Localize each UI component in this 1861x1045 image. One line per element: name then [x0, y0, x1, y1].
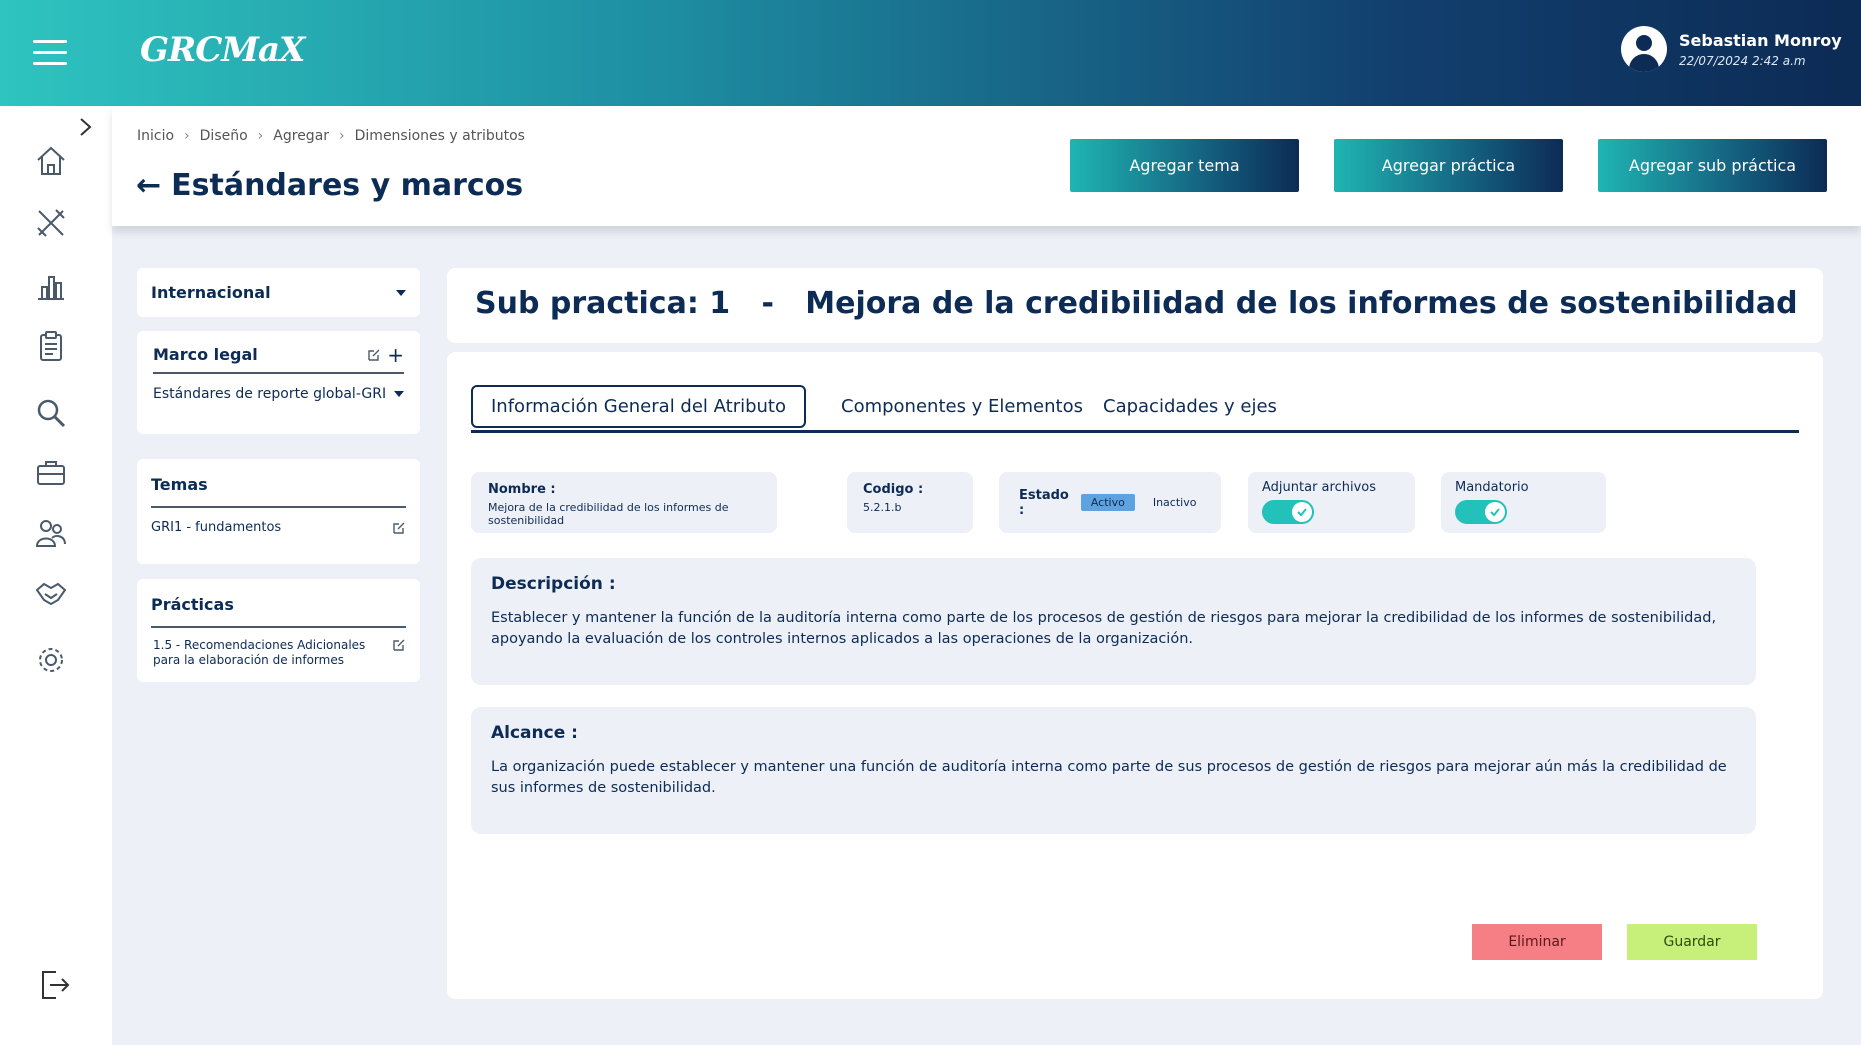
name-value: Mejora de la credibilidad de los informe…	[488, 501, 729, 527]
search-icon[interactable]	[34, 396, 68, 430]
briefcase-icon[interactable]	[34, 456, 68, 490]
tab-capabilities[interactable]: Capacidades y ejes	[1103, 385, 1277, 428]
sidebar	[0, 106, 112, 1045]
scope-title: Alcance :	[491, 723, 578, 743]
edit-icon[interactable]	[392, 638, 406, 652]
status-label: Estado :	[1019, 487, 1069, 518]
app-logo[interactable]: GRCMaX	[140, 30, 305, 70]
tab-bar: Información General del Atributo Compone…	[471, 385, 1799, 433]
gear-icon[interactable]	[34, 643, 68, 677]
tab-general-info[interactable]: Información General del Atributo	[471, 385, 806, 428]
subpractice-title: Sub practica: 1 - Mejora de la credibili…	[475, 286, 1798, 321]
menu-icon[interactable]	[33, 40, 67, 66]
mandatory-label: Mandatorio	[1455, 480, 1529, 495]
check-icon	[1297, 508, 1307, 517]
add-sub-practice-button[interactable]: Agregar sub práctica	[1598, 139, 1827, 192]
user-profile[interactable]: Sebastian Monroy 22/07/2024 2:42 a.m	[1621, 26, 1842, 72]
chevron-right-icon: ›	[257, 128, 264, 144]
breadcrumb-agregar[interactable]: Agregar	[273, 128, 329, 144]
back-arrow-icon[interactable]: ←	[136, 168, 161, 203]
caret-down-icon	[396, 289, 406, 296]
avatar-icon[interactable]	[1621, 26, 1667, 72]
clipboard-icon[interactable]	[34, 329, 68, 363]
edit-icon[interactable]	[392, 521, 406, 535]
chevron-right-icon: ›	[184, 128, 190, 144]
name-label: Nombre :	[488, 482, 556, 497]
tab-components[interactable]: Componentes y Elementos	[841, 385, 1083, 428]
practices-card: Prácticas 1.5 - Recomendaciones Adiciona…	[137, 579, 420, 682]
delete-button[interactable]: Eliminar	[1472, 924, 1602, 960]
topics-card: Temas GRI1 - fundamentos	[137, 459, 420, 564]
design-tools-icon[interactable]	[34, 206, 68, 240]
caret-down-icon	[394, 391, 404, 397]
status-active-option[interactable]: Activo	[1080, 494, 1135, 511]
subpractice-title-card: Sub practica: 1 - Mejora de la credibili…	[447, 268, 1823, 343]
scope-box: Alcance : La organización puede establec…	[471, 707, 1756, 834]
check-icon	[1490, 508, 1500, 517]
attribute-panel: Información General del Atributo Compone…	[447, 352, 1823, 999]
chevron-right-icon[interactable]	[78, 116, 100, 138]
practice-item-label: 1.5 - Recomendaciones Adicionales para l…	[153, 638, 366, 667]
top-bar: GRCMaX Sebastian Monroy 22/07/2024 2:42 …	[0, 0, 1861, 106]
add-practice-button[interactable]: Agregar práctica	[1334, 139, 1563, 192]
attach-label: Adjuntar archivos	[1262, 480, 1376, 495]
users-icon[interactable]	[34, 516, 68, 550]
user-datetime: 22/07/2024 2:42 a.m	[1679, 53, 1806, 68]
code-value: 5.2.1.b	[863, 501, 902, 514]
attach-toggle[interactable]	[1262, 500, 1314, 524]
breadcrumb-inicio[interactable]: Inicio	[137, 128, 174, 144]
page-title: ← Estándares y marcos	[136, 168, 523, 203]
scope-select[interactable]: Internacional	[137, 268, 420, 317]
breadcrumb-dimensiones[interactable]: Dimensiones y atributos	[355, 128, 525, 144]
user-name: Sebastian Monroy	[1679, 30, 1842, 50]
practice-item[interactable]: 1.5 - Recomendaciones Adicionales para l…	[151, 638, 406, 668]
description-box: Descripción : Establecer y mantener la f…	[471, 558, 1756, 685]
attach-field: Adjuntar archivos	[1248, 472, 1415, 533]
legal-framework-select[interactable]: Estándares de reporte global-GRI	[153, 386, 404, 402]
logout-icon[interactable]	[38, 968, 72, 1002]
page-header: Inicio › Diseño › Agregar › Dimensiones y a…	[112, 106, 1861, 226]
add-topic-button[interactable]: Agregar tema	[1070, 139, 1299, 192]
page-title-text: Estándares y marcos	[171, 168, 524, 203]
mandatory-field: Mandatorio	[1441, 472, 1606, 533]
status-inactive-option[interactable]: Inactivo	[1143, 494, 1207, 511]
edit-icon[interactable]	[367, 348, 381, 362]
add-icon[interactable]: +	[387, 345, 404, 365]
scope-text: La organización puede establecer y mante…	[491, 759, 1727, 796]
topics-title: Temas	[151, 475, 208, 494]
breadcrumb: Inicio › Diseño › Agregar › Dimensiones y a…	[137, 128, 525, 144]
save-button[interactable]: Guardar	[1627, 924, 1757, 960]
legal-framework-title: Marco legal	[153, 345, 258, 364]
code-label: Codigo :	[863, 482, 924, 497]
legal-framework-card: Marco legal + Estándares de reporte glob…	[137, 331, 420, 434]
practices-title: Prácticas	[151, 595, 234, 614]
scope-select-value: Internacional	[151, 283, 271, 302]
mandatory-toggle[interactable]	[1455, 500, 1507, 524]
breadcrumb-diseno[interactable]: Diseño	[200, 128, 248, 144]
topic-item[interactable]: GRI1 - fundamentos	[151, 520, 406, 535]
legal-framework-value: Estándares de reporte global-GRI	[153, 386, 387, 402]
home-icon[interactable]	[34, 144, 68, 178]
description-text: Establecer y mantener la función de la a…	[491, 610, 1717, 647]
code-field: Codigo : 5.2.1.b	[847, 472, 973, 533]
bar-chart-icon[interactable]	[34, 269, 68, 303]
chevron-right-icon: ›	[339, 128, 345, 144]
status-field: Estado : Activo Inactivo	[999, 472, 1221, 533]
description-title: Descripción :	[491, 574, 616, 594]
topic-item-label: GRI1 - fundamentos	[151, 520, 282, 535]
handshake-icon[interactable]	[34, 576, 68, 610]
name-field: Nombre : Mejora de la credibilidad de lo…	[471, 472, 777, 533]
